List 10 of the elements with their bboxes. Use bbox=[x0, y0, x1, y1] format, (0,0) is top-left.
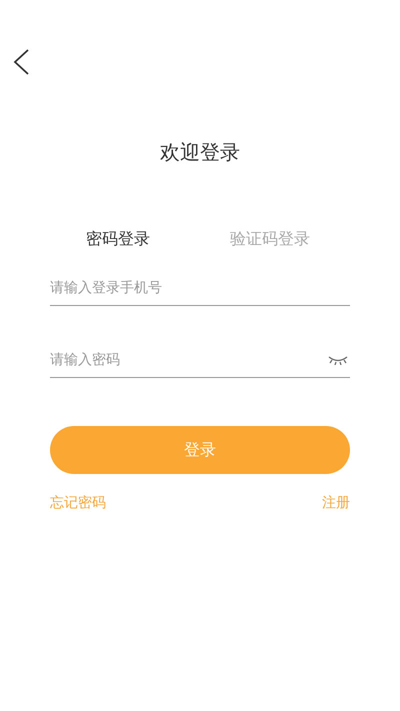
login-tab[interactable]: 密码登录 bbox=[86, 228, 150, 250]
phone-field[interactable]: 请输入登录手机号 bbox=[50, 280, 350, 296]
password-field[interactable]: 请输入密码 bbox=[50, 352, 328, 368]
back-icon[interactable] bbox=[12, 48, 30, 76]
login-button[interactable]: 登录 bbox=[50, 426, 350, 474]
closed-eye-icon[interactable] bbox=[328, 354, 348, 364]
page-title: 欢迎登录 bbox=[159, 139, 241, 166]
register-link[interactable]: 注册 bbox=[322, 494, 350, 512]
login-tab[interactable]: 验证码登录 bbox=[230, 228, 310, 250]
forgot-password-link[interactable]: 忘记密码 bbox=[50, 494, 106, 512]
